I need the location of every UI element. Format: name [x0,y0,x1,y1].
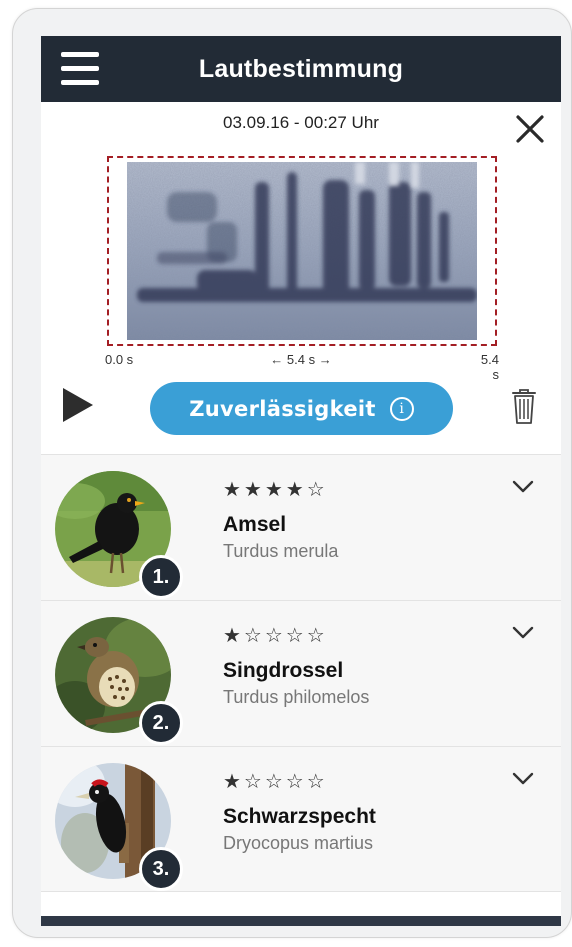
spectrogram-image [127,162,477,340]
device-frame: Lautbestimmung 03.09.16 - 00:27 Uhr 0.0 … [12,8,572,938]
rating-stars: ★☆☆☆☆ [223,769,328,793]
rank-badge: 3. [139,847,183,891]
bird-name: Schwarzspecht [223,805,376,828]
result-item[interactable]: 1. ★★★★☆ Amsel Turdus merula [41,454,561,600]
play-icon[interactable] [63,388,93,422]
top-bar: Lautbestimmung [41,36,561,102]
chevron-down-icon[interactable] [509,767,537,789]
bird-latin-name: Dryocopus martius [223,833,374,853]
trash-icon[interactable] [509,386,539,426]
bird-latin-name: Turdus philomelos [223,687,370,707]
app-screen: Lautbestimmung 03.09.16 - 00:27 Uhr 0.0 … [41,36,561,926]
rank-badge: 1. [139,555,183,599]
recording-timestamp: 03.09.16 - 00:27 Uhr [223,113,379,132]
bottom-bar [41,916,561,926]
bird-latin-name: Turdus merula [223,541,339,561]
spectrogram-selection[interactable] [107,156,497,346]
axis-end-label: 5.4 s [480,352,499,382]
reliability-button[interactable]: Zuverlässigkeit i [150,382,453,435]
bird-name: Amsel [223,513,287,536]
chevron-down-icon[interactable] [509,621,537,643]
chevron-down-icon[interactable] [509,475,537,497]
reliability-button-label: Zuverlässigkeit [189,396,376,421]
result-item[interactable]: 3. ★☆☆☆☆ Schwarzspecht Dryocopus martius [41,746,561,892]
rank-badge: 2. [139,701,183,745]
rating-stars: ★☆☆☆☆ [223,623,328,647]
close-icon[interactable] [513,112,547,146]
result-item[interactable]: 2. ★☆☆☆☆ Singdrossel Turdus philomelos [41,600,561,746]
rating-stars: ★★★★☆ [223,477,328,501]
info-icon: i [389,396,414,421]
page-title: Lautbestimmung [198,55,404,83]
results-list: 1. ★★★★☆ Amsel Turdus merula 2. ★☆☆☆☆ Si… [41,454,561,892]
bird-name: Singdrossel [223,659,344,682]
